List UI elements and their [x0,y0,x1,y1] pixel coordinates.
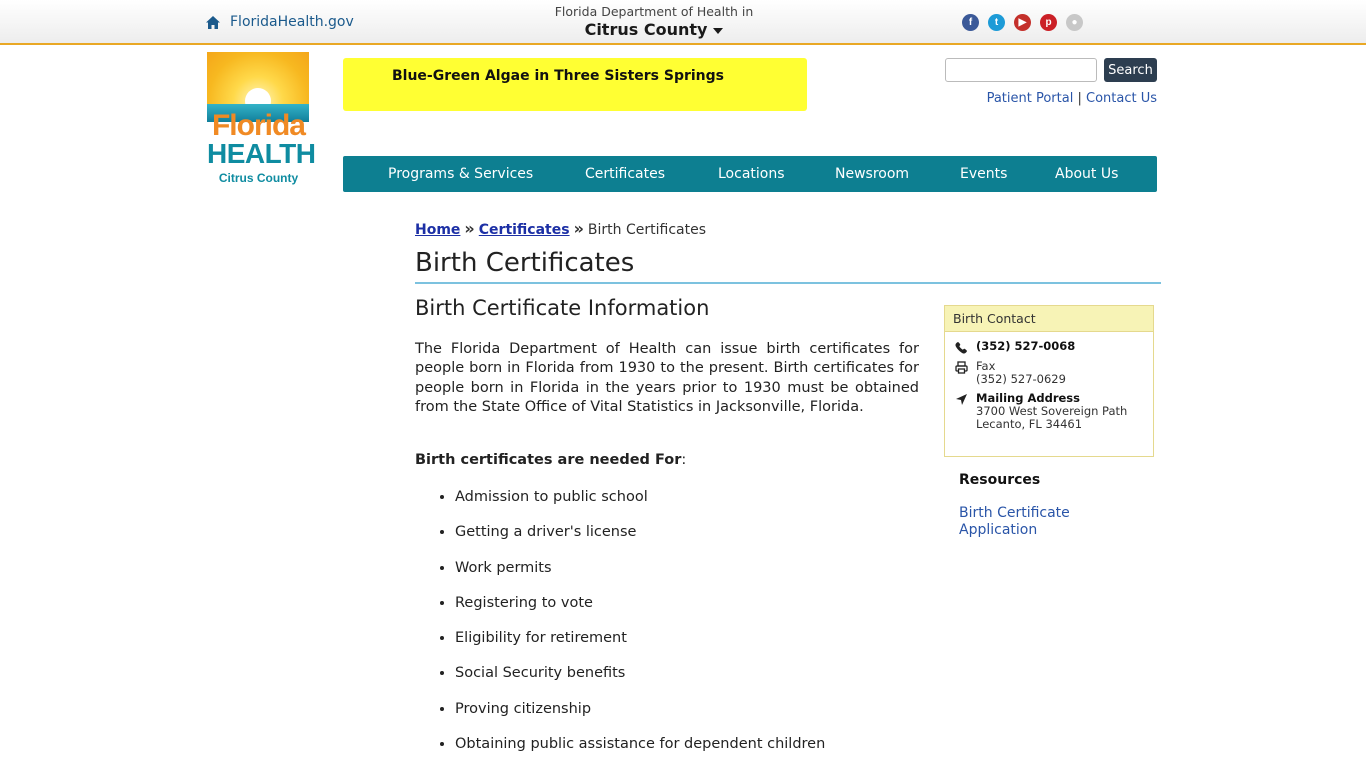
needed-for-bold: Birth certificates are needed For [415,452,682,468]
uses-list: Admission to public school Getting a dri… [455,487,825,768]
twitter-icon[interactable]: t [988,14,1005,31]
title-divider [415,282,1161,284]
patient-portal-link[interactable]: Patient Portal [987,91,1074,106]
logo-text-health: HEALTH [207,138,316,169]
list-item: Social Security benefits [455,663,825,698]
alert-link[interactable]: Blue-Green Algae in Three Sisters Spring… [392,68,724,84]
florida-health-citrus-logo[interactable]: Florida HEALTH Citrus County [207,52,316,188]
county-name: Citrus County [584,20,708,39]
nav-certificates[interactable]: Certificates [585,156,665,192]
utility-links: Patient Portal | Contact Us [940,91,1157,106]
nav-newsroom[interactable]: Newsroom [835,156,909,192]
department-label: Florida Department of Health in [554,4,754,19]
social-links: f t ▶ p ● [962,14,1083,31]
contact-mail-row: Mailing Address 3700 West Sovereign Path L… [955,392,1127,431]
contact-phone-row: (352) 527-0068 [955,340,1075,354]
alert-banner: Blue-Green Algae in Three Sisters Spring… [343,58,807,111]
logo-text-county: Citrus County [218,171,299,185]
breadcrumb-home[interactable]: Home [415,222,460,238]
intro-paragraph: The Florida Department of Health can iss… [415,341,919,416]
contact-address-line2: Lecanto, FL 34461 [976,417,1083,431]
list-item: Admission to public school [455,487,825,522]
list-item: Registering to vote [455,593,825,628]
home-link-label: FloridaHealth.gov [230,14,354,30]
facebook-icon[interactable]: f [962,14,979,31]
needed-for-colon: : [681,452,687,468]
top-bar: FloridaHealth.gov Florida Department of … [0,0,1366,45]
search-button[interactable]: Search [1104,58,1157,82]
contact-fax: (352) 527-0629 [976,372,1066,386]
main-nav: Programs & Services Certificates Locatio… [343,156,1157,192]
breadcrumb-current: Birth Certificates [587,222,706,238]
needed-for-heading: Birth certificates are needed For: [415,452,686,468]
breadcrumb-certificates[interactable]: Certificates [479,222,570,238]
nav-programs-services[interactable]: Programs & Services [388,156,533,192]
flickr-icon[interactable]: ● [1066,14,1083,31]
contact-fax-row: Fax (352) 527-0629 [955,360,1066,386]
fax-printer-icon [955,361,968,374]
list-item: Proving citizenship [455,699,825,734]
section-heading: Birth Certificate Information [415,296,710,320]
location-arrow-icon [956,394,967,405]
phone-icon [955,342,967,354]
list-item: Work permits [455,558,825,593]
contact-us-link[interactable]: Contact Us [1086,91,1157,106]
youtube-icon[interactable]: ▶ [1014,14,1031,31]
contact-phone[interactable]: (352) 527-0068 [976,339,1075,353]
birth-contact-box: Birth Contact (352) 527-0068 Fax (352) 52… [944,305,1154,457]
page-title: Birth Certificates [415,248,635,278]
list-item: Getting a driver's license [455,522,825,557]
contact-heading: Birth Contact [945,306,1153,332]
resources-heading: Resources [959,472,1041,488]
floridahealth-home-link[interactable]: FloridaHealth.gov [205,14,354,30]
breadcrumb: Home» Certificates» Birth Certificates [415,219,706,238]
home-icon [206,15,220,29]
caret-down-icon [713,28,724,34]
department-selector: Florida Department of Health in Citrus C… [520,4,788,39]
county-dropdown[interactable]: Citrus County [585,21,724,39]
contact-mail-label: Mailing Address [976,391,1080,405]
nav-about-us[interactable]: About Us [1055,156,1118,192]
list-item: Eligibility for retirement [455,628,825,663]
search-input[interactable] [945,58,1097,82]
utility-separator: | [1077,91,1082,106]
nav-locations[interactable]: Locations [718,156,785,192]
breadcrumb-separator: » [573,219,584,238]
nav-events[interactable]: Events [960,156,1007,192]
list-item: Obtaining public assistance for dependen… [455,734,825,768]
pinterest-icon[interactable]: p [1040,14,1057,31]
birth-certificate-application-link[interactable]: Birth Certificate Application [959,505,1109,539]
breadcrumb-separator: » [464,219,475,238]
